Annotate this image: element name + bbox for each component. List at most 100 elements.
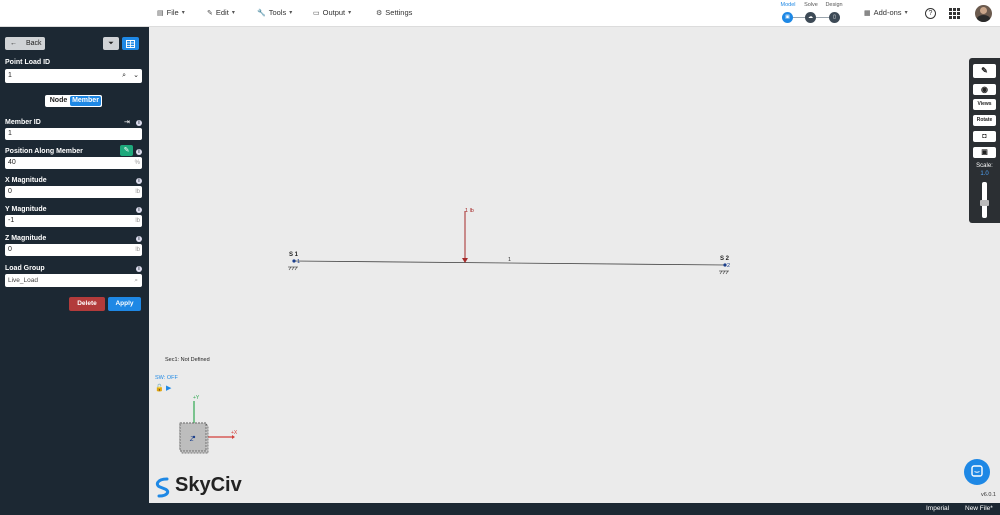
file-status[interactable]: New File* xyxy=(965,505,993,512)
axis-y-label: +Y xyxy=(193,395,200,401)
apply-button[interactable]: Apply xyxy=(108,297,141,311)
point-load-id-value: 1 xyxy=(8,72,12,79)
load-group-value: Live_Load xyxy=(8,277,38,284)
file-menu[interactable]: ▤ File ▾ xyxy=(157,8,185,17)
addons-menu[interactable]: ▦ Add-ons ▾ xyxy=(864,8,908,17)
file-menu-label: File xyxy=(166,8,179,17)
monitor-icon: ▭ xyxy=(313,9,320,17)
model-canvas[interactable] xyxy=(149,27,1000,503)
workflow-design-step[interactable]: ▯ xyxy=(829,12,840,23)
load-group-input[interactable]: Live_Load ⌕ xyxy=(5,274,142,287)
y-magnitude-value: -1 xyxy=(8,217,15,224)
info-icon[interactable]: i xyxy=(136,266,142,272)
info-icon[interactable]: i xyxy=(136,207,142,213)
point-load-id-label: Point Load ID xyxy=(5,59,51,66)
orientation-cube[interactable] xyxy=(172,393,244,459)
screenshot-button[interactable]: ◘ xyxy=(973,131,996,142)
x-magnitude-input[interactable]: 0 lb xyxy=(5,186,142,198)
section-info: Sec1: Not Defined xyxy=(165,357,210,363)
output-menu[interactable]: ▭ Output ▾ xyxy=(313,8,351,17)
support-1-label: S 1 xyxy=(289,252,299,258)
edit-menu-label: Edit xyxy=(215,8,229,17)
settings-menu-label: Settings xyxy=(385,8,413,17)
draw-button[interactable]: ✎ xyxy=(973,64,996,78)
info-icon[interactable]: i xyxy=(136,149,142,155)
delete-button[interactable]: Delete xyxy=(69,297,105,311)
pencil-icon: ✎ xyxy=(207,9,213,17)
arrow-left-icon: ← xyxy=(10,40,17,47)
addons-menu-label: Add-ons xyxy=(873,8,902,17)
scale-slider-handle[interactable] xyxy=(980,200,989,206)
views-button[interactable]: Views xyxy=(973,99,996,110)
x-magnitude-unit: lb xyxy=(135,189,140,195)
back-button[interactable]: ← Back xyxy=(5,37,45,50)
workflow-solve-step[interactable]: ☁ xyxy=(805,12,816,23)
file-icon: ▤ xyxy=(157,9,164,17)
support-2-symbol[interactable] xyxy=(719,270,729,275)
settings-menu[interactable]: ⚙ Settings xyxy=(376,8,412,17)
member-id-input[interactable]: 1 xyxy=(5,128,142,140)
position-input[interactable]: 40 % xyxy=(5,157,142,169)
tools-menu[interactable]: 🔧 Tools ▾ xyxy=(257,8,292,17)
z-magnitude-value: 0 xyxy=(8,246,12,253)
y-magnitude-input[interactable]: -1 lb xyxy=(5,215,142,227)
node-member-toggle: Node Member xyxy=(45,95,102,107)
unlock-icon[interactable]: 🔓 xyxy=(155,384,164,392)
apps-grid-icon[interactable] xyxy=(949,8,960,19)
skyciv-logo-text: SkyCiv xyxy=(175,474,242,496)
z-magnitude-input[interactable]: 0 lb xyxy=(5,244,142,256)
tools-menu-label: Tools xyxy=(268,8,287,17)
pencil-button[interactable]: ✎ xyxy=(120,145,133,156)
chevron-down-icon: ▾ xyxy=(348,10,352,16)
load-group-label: Load Group xyxy=(5,265,45,272)
skyciv-logo-mark xyxy=(155,477,170,498)
toggle-node[interactable]: Node xyxy=(48,95,69,107)
scale-slider[interactable] xyxy=(980,182,989,218)
info-icon[interactable]: i xyxy=(136,178,142,184)
gear-icon: ⚙ xyxy=(376,9,383,17)
back-button-label: Back xyxy=(26,40,42,47)
rotate-button[interactable]: Rotate xyxy=(973,115,996,126)
table-view-button[interactable] xyxy=(122,37,139,50)
toggle-member[interactable]: Member xyxy=(70,96,101,106)
y-magnitude-unit: lb xyxy=(135,218,140,224)
output-menu-label: Output xyxy=(322,8,346,17)
visibility-button[interactable]: ◉ xyxy=(973,84,996,95)
position-unit: % xyxy=(134,160,140,166)
chevron-down-icon: ▾ xyxy=(231,10,235,16)
z-magnitude-label: Z Magnitude xyxy=(5,235,47,242)
workflow-model-step[interactable]: ▣ xyxy=(782,12,793,23)
x-magnitude-label: X Magnitude xyxy=(5,177,47,184)
self-weight-status[interactable]: SW: OFF xyxy=(155,375,178,381)
edit-menu[interactable]: ✎ Edit ▾ xyxy=(207,8,235,17)
info-icon[interactable]: i xyxy=(136,236,142,242)
info-icon[interactable]: i xyxy=(136,120,142,126)
camera-video-icon[interactable]: ▶ xyxy=(166,384,171,392)
avatar[interactable] xyxy=(975,5,992,22)
point-load-id-select[interactable]: 1 ⌕ ⌄ xyxy=(5,69,142,83)
right-toolbar: ✎ ◉ Views Rotate ◘ ▣ Scale: 1.0 xyxy=(969,58,1000,223)
units-status[interactable]: Imperial xyxy=(926,505,949,512)
y-magnitude-label: Y Magnitude xyxy=(5,206,47,213)
member-id-label: Member ID xyxy=(5,119,41,126)
pencil-icon: ✎ xyxy=(981,66,988,75)
node-2-label: 2 xyxy=(727,263,731,269)
wrench-icon: 🔧 xyxy=(257,9,266,17)
filter-icon: ⏷ xyxy=(108,40,114,47)
axis-z-label: Z xyxy=(190,437,194,443)
filter-button[interactable]: ⏷ xyxy=(103,37,119,50)
chevron-down-icon[interactable]: ⌄ xyxy=(133,69,139,83)
support-1-symbol[interactable] xyxy=(288,266,298,271)
node-1[interactable] xyxy=(292,259,296,263)
search-icon[interactable]: ⌕ xyxy=(122,69,126,83)
position-value: 40 xyxy=(8,159,16,166)
chat-button[interactable] xyxy=(964,459,990,485)
chevron-down-icon: ▾ xyxy=(181,10,185,16)
scale-value: 1.0 xyxy=(980,171,989,177)
render-button[interactable]: ▣ xyxy=(973,147,996,158)
help-icon[interactable]: ? xyxy=(925,8,936,19)
axis-x-label: +X xyxy=(231,430,238,436)
workflow-design-label: Design xyxy=(825,2,843,8)
node-1-label: 1 xyxy=(297,259,301,265)
select-member-icon[interactable]: ⇥ xyxy=(124,118,130,126)
